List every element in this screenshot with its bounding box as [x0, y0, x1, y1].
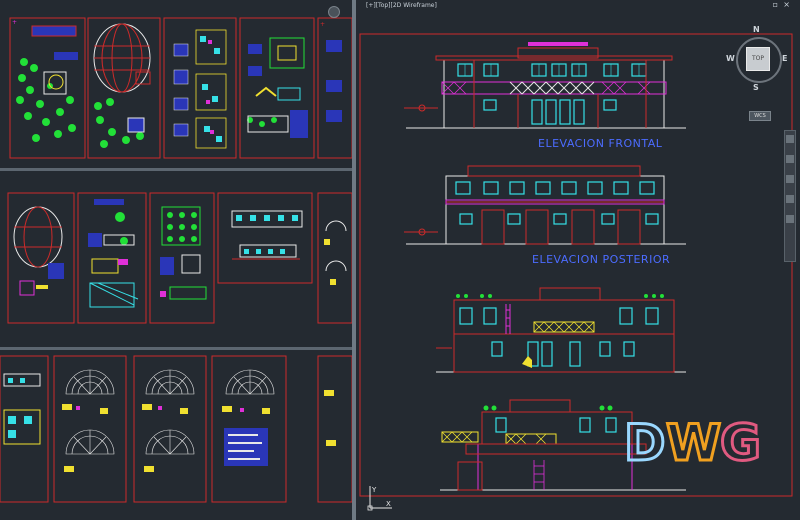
- nav-showmotion-button[interactable]: [786, 215, 794, 223]
- sheet-row-1-drawing: + +: [9, 17, 352, 159]
- sheet-row-2: [0, 171, 352, 347]
- viewcube-top-face[interactable]: TOP: [746, 47, 770, 71]
- active-viewport[interactable]: [+][Top][2D Wireframe] ▫ × ELEVACION FRO…: [356, 0, 800, 520]
- front-elevation-title: ELEVACION FRONTAL: [538, 137, 663, 150]
- ucs-icon: X Y: [367, 486, 392, 511]
- rear-elevation: [404, 165, 686, 245]
- ucs-y-label: Y: [371, 486, 377, 494]
- dwg-logo: D W G: [623, 413, 763, 469]
- nav-orbit-button[interactable]: [786, 195, 794, 203]
- compass-north[interactable]: N: [753, 25, 760, 34]
- dwg-logo-letter-w: W: [666, 414, 721, 468]
- section-a: [436, 287, 686, 373]
- dwg-logo-letter-d: D: [624, 414, 666, 468]
- nav-steeringwheel-button[interactable]: [786, 135, 794, 143]
- left-model-viewport[interactable]: + +: [0, 0, 352, 520]
- navigation-bar: [784, 130, 796, 262]
- svg-text:+: +: [320, 21, 325, 28]
- sheet-row-3-drawing: [0, 355, 352, 503]
- compass-west[interactable]: W: [726, 54, 735, 63]
- sheet-row-3: [0, 350, 352, 520]
- compass-east[interactable]: E: [782, 54, 787, 63]
- viewcube[interactable]: N E W S TOP WCS: [726, 25, 790, 121]
- front-elevation: [404, 42, 686, 129]
- sheet-row-1: + +: [0, 0, 352, 168]
- wcs-menu-button[interactable]: WCS: [749, 111, 771, 121]
- dwg-logo-letter-g: G: [720, 414, 761, 468]
- nav-pan-button[interactable]: [786, 155, 794, 163]
- ucs-x-label: X: [386, 500, 391, 508]
- nav-zoom-button[interactable]: [786, 175, 794, 183]
- compass-south[interactable]: S: [753, 83, 759, 92]
- left-viewport-nav-button-1[interactable]: [328, 6, 340, 18]
- rear-elevation-title: ELEVACION POSTERIOR: [532, 253, 670, 266]
- svg-text:+: +: [12, 19, 17, 26]
- sheet-row-2-drawing: [7, 192, 352, 324]
